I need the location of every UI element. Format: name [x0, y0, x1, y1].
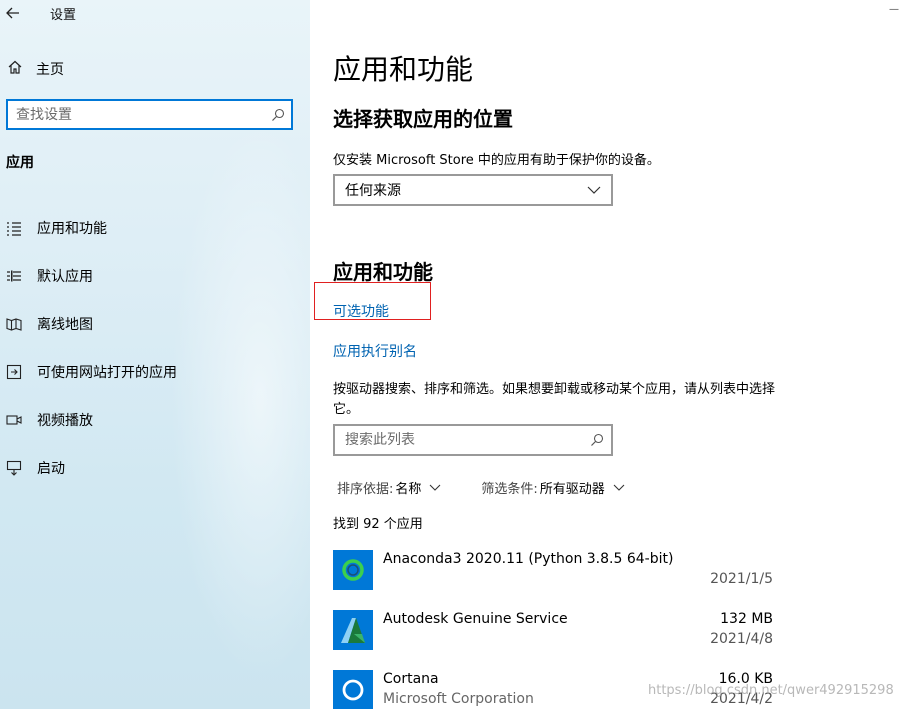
chevron-down-icon: [587, 186, 611, 194]
app-publisher: Microsoft Corporation: [383, 691, 534, 707]
open-with-icon: [0, 364, 28, 380]
filter-by-dropdown[interactable]: 筛选条件: 所有驱动器: [481, 478, 625, 497]
sidebar-item-offline-maps[interactable]: 离线地图: [0, 300, 310, 348]
list-description: 按驱动器搜索、排序和筛选。如果想要卸载或移动某个应用，请从列表中选择它。: [333, 382, 776, 417]
app-source-dropdown[interactable]: 任何来源: [333, 174, 613, 206]
sidebar-item-label: 视频播放: [37, 413, 93, 429]
home-icon: [0, 59, 30, 79]
watermark: https://blog.csdn.net/qwer492915298: [648, 683, 894, 698]
sort-by-dropdown[interactable]: 排序依据: 名称: [337, 478, 441, 497]
sidebar-item-label: 离线地图: [37, 317, 93, 333]
search-icon[interactable]: [265, 108, 291, 122]
filter-value: 所有驱动器: [539, 482, 605, 497]
sidebar: 设置 主页 应用 应用和功能 默认应用 离: [0, 0, 310, 709]
sidebar-item-apps-for-websites[interactable]: 可使用网站打开的应用: [0, 348, 310, 396]
main-panel: — 应用和功能 选择获取应用的位置 仅安装 Microsoft Store 中的…: [310, 0, 917, 709]
back-arrow-icon: [6, 7, 19, 19]
sidebar-item-label: 启动: [37, 461, 65, 477]
sort-filter-row: 排序依据: 名称 筛选条件: 所有驱动器: [337, 478, 625, 497]
sidebar-item-startup[interactable]: 启动: [0, 444, 310, 492]
app-name: Autodesk Genuine Service: [383, 611, 568, 627]
video-icon: [0, 412, 28, 428]
source-heading: 选择获取应用的位置: [333, 107, 513, 131]
sidebar-nav: 应用和功能 默认应用 离线地图 可使用网站打开的应用 视频播放 启动: [0, 204, 310, 492]
app-name: Cortana: [383, 671, 439, 687]
anaconda-icon: [333, 550, 373, 590]
filter-label: 筛选条件:: [481, 482, 538, 497]
app-name: Anaconda3 2020.11 (Python 3.8.5 64-bit): [383, 551, 674, 567]
startup-icon: [0, 460, 28, 476]
sidebar-home-label: 主页: [36, 62, 64, 78]
source-description: 仅安装 Microsoft Store 中的应用有助于保护你的设备。: [333, 153, 660, 168]
sidebar-item-label: 应用和功能: [37, 221, 107, 237]
settings-search[interactable]: [6, 99, 293, 130]
title-bar: 设置: [0, 0, 310, 26]
sidebar-item-label: 默认应用: [37, 269, 93, 285]
app-date: 2021/1/5: [710, 571, 773, 587]
list-item[interactable]: Anaconda3 2020.11 (Python 3.8.5 64-bit) …: [333, 548, 773, 608]
app-list-search-input[interactable]: [335, 432, 583, 448]
chevron-down-icon: [429, 484, 441, 491]
page-title: 应用和功能: [333, 53, 474, 86]
app-execution-alias-link[interactable]: 应用执行别名: [333, 341, 417, 361]
window-title: 设置: [50, 7, 77, 23]
sort-value: 名称: [395, 482, 422, 497]
list-icon: [0, 220, 28, 236]
found-count: 找到 92 个应用: [333, 517, 423, 532]
sidebar-item-default-apps[interactable]: 默认应用: [0, 252, 310, 300]
minimize-button[interactable]: —: [889, 4, 899, 15]
app-size: 132 MB: [720, 611, 773, 627]
app-list-search[interactable]: [333, 424, 613, 456]
app-date: 2021/4/8: [710, 631, 773, 647]
map-icon: [0, 316, 28, 332]
autodesk-icon: [333, 610, 373, 650]
sort-label: 排序依据:: [337, 482, 394, 497]
search-icon[interactable]: [583, 433, 611, 447]
optional-features-link[interactable]: 可选功能: [333, 301, 389, 321]
settings-search-input[interactable]: [8, 106, 265, 123]
sidebar-item-apps-features[interactable]: 应用和功能: [0, 204, 310, 252]
list-item[interactable]: Autodesk Genuine Service 132 MB 2021/4/8: [333, 608, 773, 668]
sidebar-item-video-playback[interactable]: 视频播放: [0, 396, 310, 444]
apps-features-heading: 应用和功能: [333, 260, 433, 284]
cortana-icon: [333, 670, 373, 709]
sidebar-item-label: 可使用网站打开的应用: [37, 365, 177, 381]
back-button[interactable]: [0, 0, 26, 26]
chevron-down-icon: [613, 484, 625, 491]
default-apps-icon: [0, 268, 28, 284]
app-source-value: 任何来源: [345, 183, 401, 199]
sidebar-home[interactable]: 主页: [0, 56, 310, 82]
sidebar-section-heading: 应用: [6, 155, 34, 171]
